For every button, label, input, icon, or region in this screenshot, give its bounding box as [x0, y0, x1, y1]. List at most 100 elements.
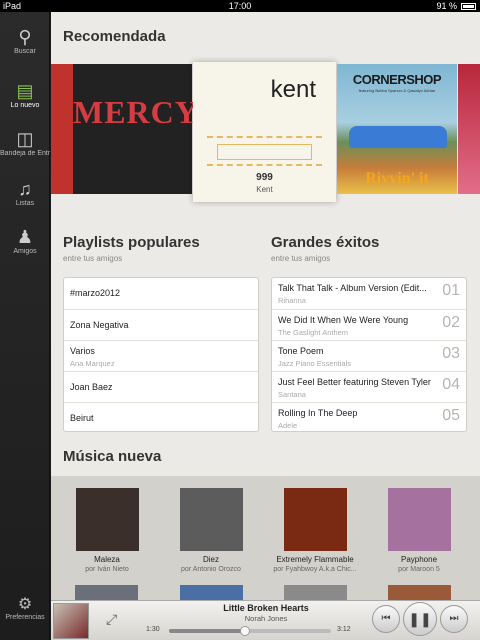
sidebar-item-label: Lo nuevo — [10, 102, 40, 109]
list-item-title: Just Feel Better featuring Steven Tyler — [278, 377, 431, 387]
album-cover — [283, 488, 347, 551]
list-item[interactable]: Tone Poem Jazz Piano Essentials 03 — [272, 340, 466, 371]
now-playing-cover[interactable] — [53, 603, 89, 639]
now-playing-artist: Norah Jones — [244, 614, 288, 623]
kent-logo: kent — [270, 76, 316, 103]
album-cover-bottom-text: Rivvin' it — [365, 170, 429, 187]
album-title: Payphone — [400, 555, 438, 564]
search-icon: ⚲ — [18, 27, 32, 47]
friends-icon: ♟ — [16, 227, 34, 247]
list-item[interactable]: #marzo2012 — [64, 278, 258, 309]
album-artist: por Antonio Orozco — [181, 566, 241, 573]
progress-fill — [169, 629, 246, 633]
sidebar-item-label: Buscar — [14, 48, 36, 55]
album-caption: 999 Kent — [193, 172, 336, 194]
gear-icon: ⚙ — [17, 596, 33, 613]
preferences-label: Preferencias — [5, 614, 45, 621]
album-title: Maleza — [94, 555, 120, 564]
list-item[interactable]: Beirut — [64, 402, 258, 433]
playlists-subtitle: entre tus amigos — [63, 254, 123, 263]
previous-button[interactable]: ⏮ — [372, 605, 400, 633]
sidebar-item-preferences[interactable]: ⚙ Preferencias — [0, 594, 50, 621]
album-cover[interactable] — [180, 585, 243, 600]
pause-button[interactable]: ❚❚ — [403, 602, 437, 636]
hits-list: Talk That Talk - Album Version (Edit... … — [271, 277, 467, 432]
album-tile[interactable]: Maleza por Iván Nieto — [55, 488, 159, 573]
list-item-subtitle: Adele — [278, 421, 298, 430]
album-tile[interactable]: Extremely Flammable por Fyahbwoy A.k.a C… — [263, 488, 367, 573]
now-playing-title: Little Broken Hearts — [223, 603, 309, 613]
sidebar-item-search[interactable]: ⚲ Buscar — [0, 22, 50, 68]
expand-icon[interactable]: ⤢ — [106, 611, 117, 628]
list-item[interactable]: Joan Baez — [64, 371, 258, 402]
music-note-icon: ♫ — [18, 179, 32, 199]
list-item[interactable]: Varios Ana Marquez — [64, 340, 258, 371]
list-item-subtitle: Rihanna — [278, 296, 306, 305]
list-item[interactable]: Just Feel Better featuring Steven Tyler … — [272, 371, 466, 402]
album-art-pattern — [207, 136, 322, 166]
recommended-title: Recomendada — [63, 28, 166, 45]
clock: 17:00 — [228, 1, 252, 11]
list-item-rank: 03 — [442, 345, 460, 362]
album-title: Extremely Flammable — [276, 555, 354, 564]
main-content: Recomendada MERCY kent 999 Kent CORNERSH… — [51, 12, 480, 600]
list-item-subtitle: Jazz Piano Essentials — [278, 359, 351, 368]
list-item-title: Tone Poem — [278, 346, 324, 356]
list-item[interactable]: Talk That Talk - Album Version (Edit... … — [272, 278, 466, 309]
album-cover[interactable] — [75, 585, 138, 600]
sidebar: ⚲ Buscar ▤ Lo nuevo ◫ Bandeja de Entrada… — [0, 12, 50, 640]
album-cover-mercy[interactable]: MERCY — [73, 64, 199, 194]
album-cover-subtext: featuring Bubba Sparxxx & Qawalyn Akhtar — [358, 88, 436, 93]
list-item-title: Talk That Talk - Album Version (Edit... — [278, 283, 427, 293]
album-cover-text: CORNERSHOP — [352, 72, 442, 87]
list-item[interactable]: We Did It When We Were Young The Gasligh… — [272, 309, 466, 340]
status-bar: iPad 17:00 91 % — [0, 0, 480, 12]
album-cover[interactable] — [458, 64, 480, 194]
list-item-title: #marzo2012 — [70, 288, 121, 298]
total-time: 3:12 — [337, 626, 351, 633]
list-item-title: Beirut — [70, 413, 94, 423]
album-artist: Kent — [256, 185, 273, 194]
album-tile[interactable]: Diez por Antonio Orozco — [159, 488, 263, 573]
list-item[interactable]: Rolling In The Deep Adele 05 — [272, 402, 466, 433]
hits-subtitle: entre tus amigos — [271, 254, 331, 263]
list-item-subtitle: The Gaslight Anthem — [278, 328, 349, 337]
next-button[interactable]: ⏭ — [440, 605, 468, 633]
sidebar-item-playlists[interactable]: ♫ Listas — [0, 174, 50, 220]
progress-knob[interactable] — [240, 626, 251, 636]
list-item-title: Joan Baez — [70, 382, 113, 392]
list-item-rank: 01 — [442, 282, 460, 299]
sidebar-item-inbox[interactable]: ◫ Bandeja de Entrada — [0, 124, 50, 170]
album-art-car — [349, 126, 447, 148]
progress-slider[interactable] — [169, 626, 331, 636]
album-cover-text: MERCY — [73, 94, 199, 130]
album-cover — [179, 488, 243, 551]
battery-status: 91 % — [436, 1, 476, 11]
recommended-carousel[interactable]: MERCY kent 999 Kent CORNERSHOP featuring… — [51, 60, 480, 202]
list-item-title: Zona Negativa — [70, 320, 129, 330]
sidebar-item-label: Amigos — [13, 248, 37, 255]
album-artist: por Maroon 5 — [398, 566, 440, 573]
album-cover-kent[interactable]: kent 999 Kent — [193, 62, 336, 202]
list-item-rank: 02 — [442, 314, 460, 331]
previous-icon: ⏮ — [381, 613, 391, 624]
album-cover — [75, 488, 139, 551]
list-item[interactable]: Zona Negativa — [64, 309, 258, 340]
album-tile[interactable]: Payphone por Maroon 5 — [367, 488, 471, 573]
sidebar-item-whats-new[interactable]: ▤ Lo nuevo — [0, 76, 50, 122]
playlists-title: Playlists populares — [63, 234, 200, 251]
album-cover[interactable] — [51, 64, 73, 194]
new-music-strip: Maleza por Iván Nieto Diez por Antonio O… — [51, 476, 480, 600]
whats-new-icon: ▤ — [16, 81, 34, 101]
list-item-subtitle: Santana — [278, 390, 306, 399]
list-item-subtitle: Ana Marquez — [70, 359, 115, 368]
now-playing-bar: ⤢ Little Broken Hearts Norah Jones 1:30 … — [51, 600, 480, 640]
album-artist: por Fyahbwoy A.k.a Chic... — [273, 566, 357, 573]
hits-title: Grandes éxitos — [271, 234, 380, 251]
battery-icon — [461, 2, 476, 10]
album-cover[interactable] — [284, 585, 347, 600]
playlists-list: #marzo2012 Zona Negativa Varios Ana Marq… — [63, 277, 259, 432]
album-cover[interactable] — [388, 585, 451, 600]
album-cover-cornershop[interactable]: CORNERSHOP featuring Bubba Sparxxx & Qaw… — [337, 64, 457, 194]
sidebar-item-friends[interactable]: ♟ Amigos — [0, 222, 50, 268]
